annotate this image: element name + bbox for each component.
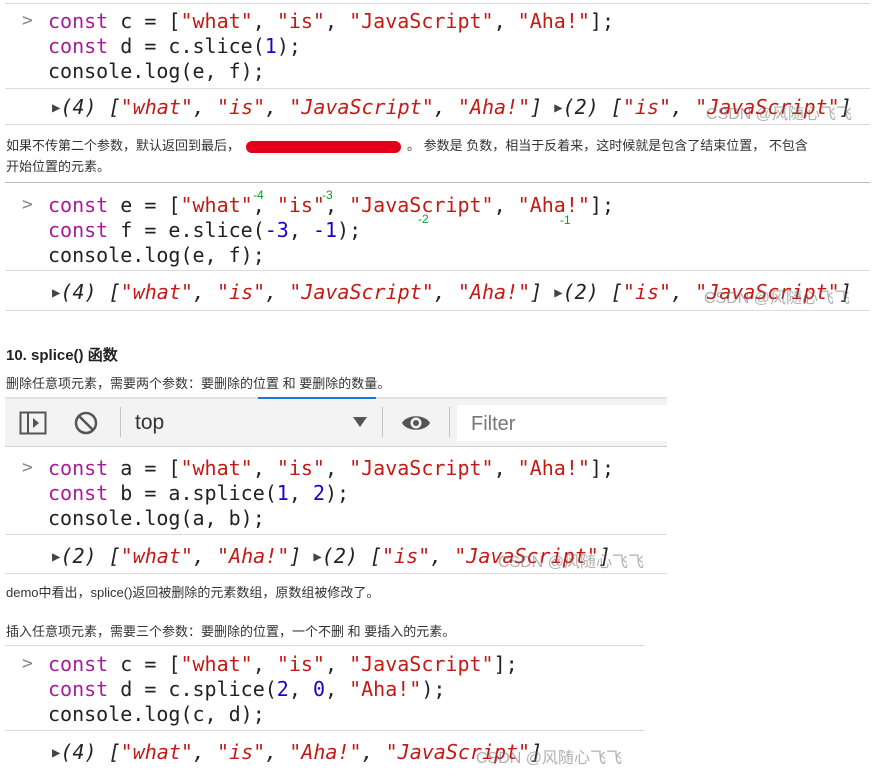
divider <box>5 645 645 646</box>
paragraph: demo中看出，splice()返回被删除的元素数组，原数组被修改了。 <box>6 585 380 600</box>
expand-arrow-icon[interactable]: ▶ <box>554 281 562 306</box>
code-line: console.log(a, b); <box>48 506 265 530</box>
sidebar-toggle-icon[interactable] <box>19 411 47 440</box>
watermark: CSDN @风随心飞飞 <box>498 554 645 571</box>
code-line: console.log(e, f); <box>48 59 265 83</box>
divider <box>5 573 667 574</box>
paragraph: 开始位置的元素。 <box>6 159 111 174</box>
divider <box>5 88 870 89</box>
console-prompt: > <box>22 653 33 674</box>
expand-arrow-icon[interactable]: ▶ <box>52 96 60 121</box>
divider <box>5 310 870 311</box>
divider <box>5 730 645 731</box>
divider <box>5 270 870 271</box>
index-annotation: -2 <box>418 212 429 226</box>
toolbar-separator <box>449 407 450 437</box>
expand-arrow-icon[interactable]: ▶ <box>52 281 60 306</box>
index-annotation: -4 <box>253 188 264 202</box>
console-prompt: > <box>22 457 33 478</box>
toolbar-separator <box>382 407 383 437</box>
index-annotation: -1 <box>560 213 571 227</box>
filter-placeholder: Filter <box>471 413 516 435</box>
expand-arrow-icon[interactable]: ▶ <box>313 545 321 570</box>
code-line: const c = ["what", "is", "JavaScript"]; <box>48 652 518 676</box>
eye-icon[interactable] <box>401 412 431 439</box>
redaction-mark <box>246 140 402 153</box>
code-line: console.log(e, f); <box>48 243 265 267</box>
console-toolbar: top Filter <box>5 397 667 447</box>
watermark: CSDN @风随心飞飞 <box>704 290 851 307</box>
index-annotation: -3 <box>322 188 333 202</box>
section-heading: 10. splice() 函数 <box>6 347 118 364</box>
divider <box>5 534 667 535</box>
code-line: console.log(c, d); <box>48 702 265 726</box>
paragraph: 插入任意项元素，需要三个参数：要删除的位置，一个不删 和 要插入的元素。 <box>6 624 456 639</box>
divider <box>5 182 870 183</box>
expand-arrow-icon[interactable]: ▶ <box>52 741 60 766</box>
paragraph: 如果不传第二个参数，默认返回到最后，。 参数是 负数，相当于反着来，这时候就是包… <box>6 138 808 153</box>
divider <box>5 124 870 125</box>
watermark: CSDN @风随心飞飞 <box>476 750 623 767</box>
clear-console-icon[interactable] <box>73 410 99 441</box>
code-line: const c = ["what", "is", "JavaScript", "… <box>48 9 615 33</box>
console-prompt: > <box>22 10 33 31</box>
dropdown-arrow-icon[interactable] <box>352 415 368 433</box>
code-line: const d = c.slice(1); <box>48 34 301 58</box>
divider <box>5 3 870 4</box>
active-tab-indicator <box>258 397 376 399</box>
context-selector[interactable]: top <box>135 411 164 435</box>
watermark: CSDN @风随心飞飞 <box>706 106 853 123</box>
expand-arrow-icon[interactable]: ▶ <box>52 545 60 570</box>
filter-input[interactable]: Filter <box>457 405 667 441</box>
code-line: const f = e.slice(-3, -1); <box>48 218 362 242</box>
expand-arrow-icon[interactable]: ▶ <box>554 96 562 121</box>
code-line: const a = ["what", "is", "JavaScript", "… <box>48 456 615 480</box>
console-prompt: > <box>22 194 33 215</box>
paragraph: 删除任意项元素，需要两个参数：要删除的位置 和 要删除的数量。 <box>6 376 391 391</box>
code-line: const d = c.splice(2, 0, "Aha!"); <box>48 677 446 701</box>
code-line: const b = a.splice(1, 2); <box>48 481 350 505</box>
console-output[interactable]: ▶(4) ["what", "is", "Aha!", "JavaScript"… <box>52 740 542 768</box>
toolbar-separator <box>120 407 121 437</box>
